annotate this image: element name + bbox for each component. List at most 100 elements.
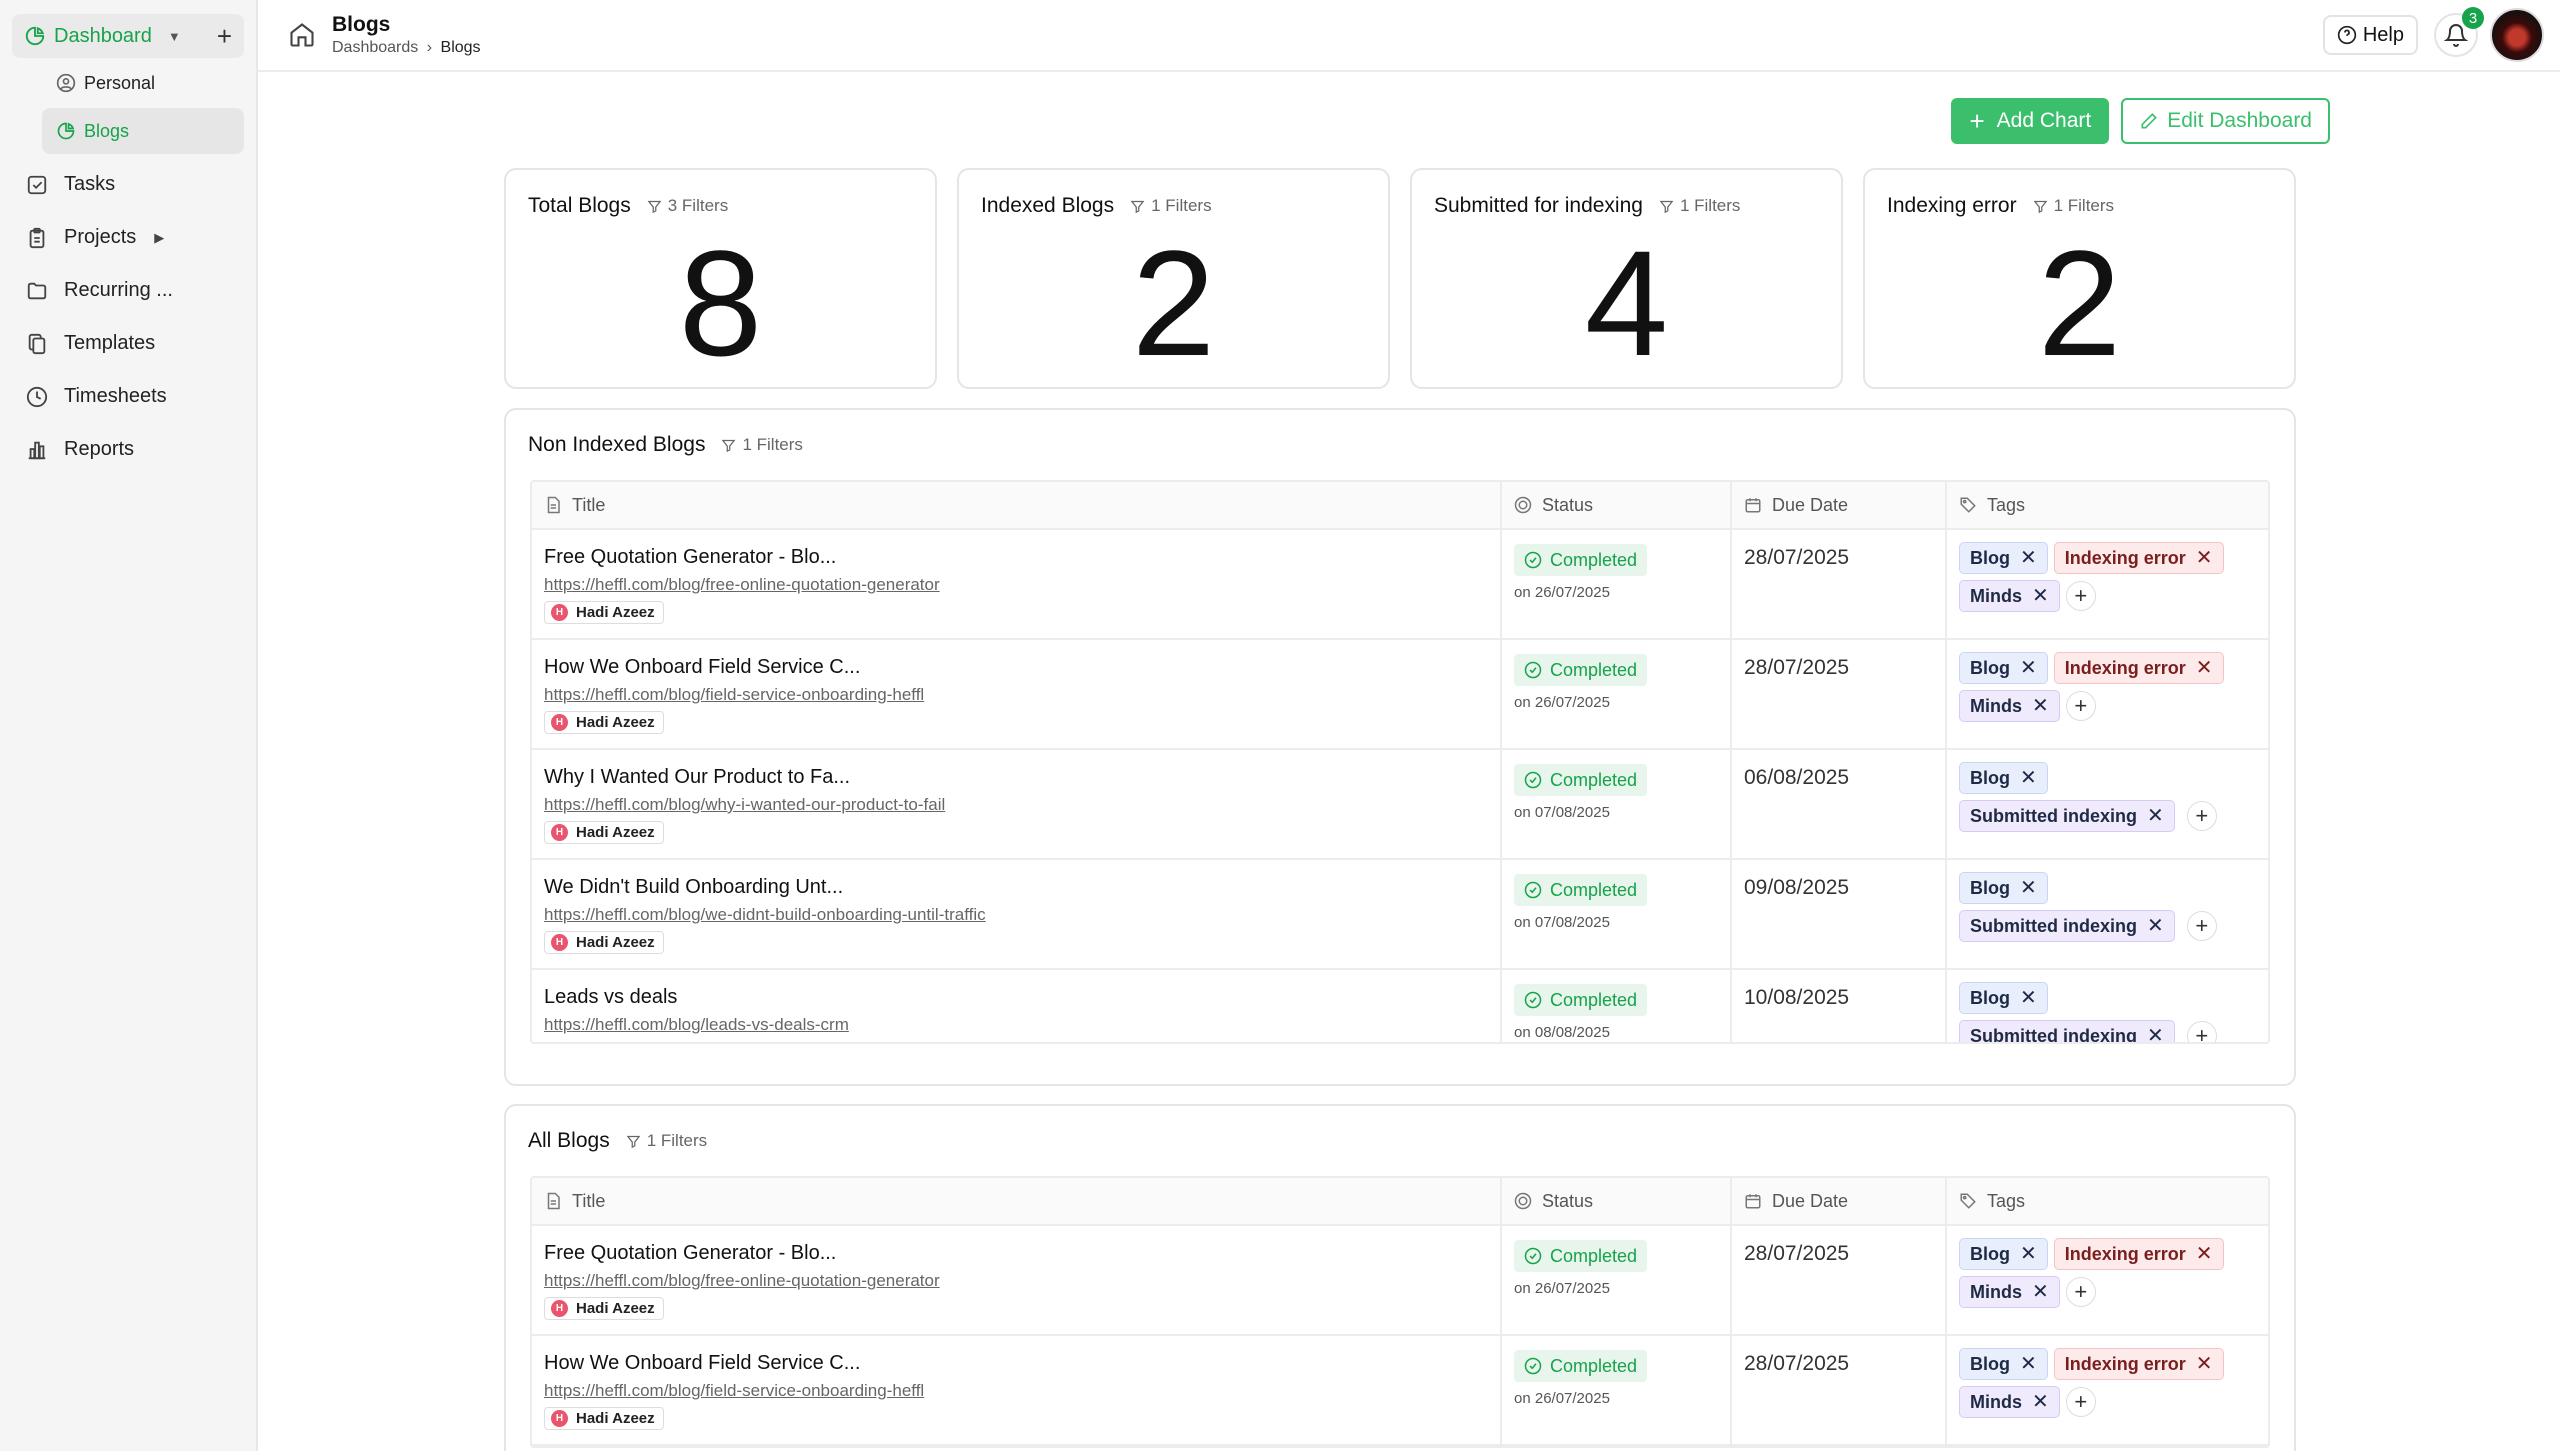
row-link[interactable]: https://heffl.com/blog/leads-vs-deals-cr… bbox=[544, 1015, 1488, 1035]
table-row[interactable]: Why I Wanted Our Product to Fa... https:/… bbox=[532, 750, 2268, 860]
close-icon[interactable]: ✕ bbox=[2032, 1392, 2049, 1412]
row-link[interactable]: https://heffl.com/blog/field-service-onb… bbox=[544, 1381, 1488, 1401]
tag-chip[interactable]: Blog ✕ bbox=[1959, 1348, 2048, 1380]
tag-chip[interactable]: Blog ✕ bbox=[1959, 652, 2048, 684]
tag-chip[interactable]: Blog ✕ bbox=[1959, 982, 2048, 1014]
column-title[interactable]: Title bbox=[532, 1178, 1502, 1224]
row-title[interactable]: How We Onboard Field Service C... bbox=[544, 656, 1488, 679]
close-icon[interactable]: ✕ bbox=[2196, 1354, 2213, 1374]
chevron-down-icon[interactable]: ▼ bbox=[168, 29, 181, 44]
due-date[interactable]: 06/08/2025 bbox=[1744, 766, 1933, 790]
status-badge[interactable]: Completed bbox=[1514, 874, 1648, 906]
help-button[interactable]: Help bbox=[2322, 15, 2418, 55]
due-date[interactable]: 09/08/2025 bbox=[1744, 876, 1933, 900]
filter-indicator[interactable]: 1 Filters bbox=[1659, 196, 1740, 216]
table-row[interactable]: Leads vs deals https://heffl.com/blog/lea… bbox=[532, 970, 2268, 1042]
table-row[interactable]: Free Quotation Generator - Blo... https:/… bbox=[532, 530, 2268, 640]
sidebar-item-personal[interactable]: Personal bbox=[42, 60, 244, 106]
due-date[interactable]: 28/07/2025 bbox=[1744, 1352, 1933, 1376]
row-link[interactable]: https://heffl.com/blog/free-online-quota… bbox=[544, 1271, 1488, 1291]
stat-card-submitted-for-indexing[interactable]: Submitted for indexing 1 Filters 4 bbox=[1410, 168, 1843, 389]
tag-chip[interactable]: Submitted indexing ✕ bbox=[1959, 800, 2175, 832]
row-title[interactable]: We Didn't Build Onboarding Unt... bbox=[544, 876, 1488, 899]
row-title[interactable]: How We Onboard Field Service C... bbox=[544, 1352, 1488, 1375]
add-tag-icon[interactable]: + bbox=[2186, 911, 2217, 941]
close-icon[interactable]: ✕ bbox=[2147, 806, 2164, 826]
stat-card-indexed-blogs[interactable]: Indexed Blogs 1 Filters 2 bbox=[957, 168, 1390, 389]
tag-chip[interactable]: Submitted indexing ✕ bbox=[1959, 1020, 2175, 1042]
add-tag-icon[interactable]: + bbox=[2186, 801, 2217, 831]
add-tag-icon[interactable]: + bbox=[2065, 1277, 2096, 1307]
filter-indicator[interactable]: 1 Filters bbox=[721, 435, 803, 455]
row-link[interactable]: https://heffl.com/blog/we-didnt-build-on… bbox=[544, 905, 1488, 925]
tag-chip[interactable]: Indexing error ✕ bbox=[2053, 542, 2224, 574]
close-icon[interactable]: ✕ bbox=[2020, 548, 2037, 568]
row-title[interactable]: Free Quotation Generator - Blo... bbox=[544, 1242, 1488, 1265]
sidebar-item-reports[interactable]: Reports bbox=[0, 423, 256, 476]
table-row[interactable]: How We Onboard Field Service C... https:/… bbox=[532, 1336, 2268, 1446]
tag-chip[interactable]: Blog ✕ bbox=[1959, 762, 2048, 794]
add-chart-button[interactable]: + Add Chart bbox=[1951, 98, 2110, 144]
avatar[interactable] bbox=[2490, 8, 2544, 62]
sidebar-item-recurring[interactable]: Recurring ... bbox=[0, 264, 256, 317]
assignee-chip[interactable]: H Hadi Azeez bbox=[544, 931, 664, 954]
sidebar-item-templates[interactable]: Templates bbox=[0, 317, 256, 370]
notifications-button[interactable]: 3 bbox=[2434, 7, 2484, 57]
breadcrumb-root[interactable]: Dashboards bbox=[332, 39, 418, 56]
status-badge[interactable]: Completed bbox=[1514, 654, 1648, 686]
chevron-right-icon[interactable]: ▶ bbox=[154, 230, 164, 246]
close-icon[interactable]: ✕ bbox=[2196, 1244, 2213, 1264]
column-status[interactable]: Status bbox=[1502, 1178, 1732, 1224]
filter-indicator[interactable]: 3 Filters bbox=[647, 196, 728, 216]
close-icon[interactable]: ✕ bbox=[2147, 916, 2164, 936]
due-date[interactable]: 28/07/2025 bbox=[1744, 546, 1933, 570]
due-date[interactable]: 28/07/2025 bbox=[1744, 656, 1933, 680]
sidebar-item-tasks[interactable]: Tasks bbox=[0, 158, 256, 211]
sidebar-item-blogs[interactable]: Blogs bbox=[42, 108, 244, 154]
close-icon[interactable]: ✕ bbox=[2020, 658, 2037, 678]
close-icon[interactable]: ✕ bbox=[2020, 1354, 2037, 1374]
close-icon[interactable]: ✕ bbox=[2196, 658, 2213, 678]
filter-indicator[interactable]: 1 Filters bbox=[626, 1131, 707, 1151]
sidebar-item-timesheets[interactable]: Timesheets bbox=[0, 370, 256, 423]
status-badge[interactable]: Completed bbox=[1514, 764, 1648, 796]
due-date[interactable]: 28/07/2025 bbox=[1744, 1242, 1933, 1266]
close-icon[interactable]: ✕ bbox=[2196, 548, 2213, 568]
table-row[interactable]: We Didn't Build Onboarding Unt... https:/… bbox=[532, 860, 2268, 970]
tag-chip[interactable]: Minds ✕ bbox=[1959, 1276, 2060, 1308]
status-badge[interactable]: Completed bbox=[1514, 544, 1648, 576]
close-icon[interactable]: ✕ bbox=[2032, 1282, 2049, 1302]
stat-card-indexing-error[interactable]: Indexing error 1 Filters 2 bbox=[1863, 168, 2296, 389]
close-icon[interactable]: ✕ bbox=[2020, 1244, 2037, 1264]
tag-chip[interactable]: Indexing error ✕ bbox=[2053, 1238, 2224, 1270]
filter-indicator[interactable]: 1 Filters bbox=[2033, 196, 2114, 216]
table-row[interactable]: Free Quotation Generator - Blo... https:/… bbox=[532, 1226, 2268, 1336]
row-title[interactable]: Free Quotation Generator - Blo... bbox=[544, 546, 1488, 569]
add-tag-icon[interactable]: + bbox=[2065, 581, 2096, 611]
close-icon[interactable]: ✕ bbox=[2032, 696, 2049, 716]
row-title[interactable]: Why I Wanted Our Product to Fa... bbox=[544, 766, 1488, 789]
filter-indicator[interactable]: 1 Filters bbox=[1130, 196, 1212, 216]
close-icon[interactable]: ✕ bbox=[2020, 878, 2037, 898]
status-badge[interactable]: Completed bbox=[1514, 1240, 1648, 1272]
tag-chip[interactable]: Indexing error ✕ bbox=[2053, 1348, 2224, 1380]
column-due-date[interactable]: Due Date bbox=[1732, 482, 1947, 528]
row-link[interactable]: https://heffl.com/blog/why-i-wanted-our-… bbox=[544, 795, 1488, 815]
home-icon[interactable] bbox=[272, 21, 332, 49]
add-tag-icon[interactable]: + bbox=[2065, 691, 2096, 721]
assignee-chip[interactable]: H Hadi Azeez bbox=[544, 1297, 664, 1320]
tag-chip[interactable]: Minds ✕ bbox=[1959, 690, 2060, 722]
assignee-chip[interactable]: H Hadi Azeez bbox=[544, 1407, 664, 1430]
assignee-chip[interactable]: H Hadi Azeez bbox=[544, 821, 664, 844]
close-icon[interactable]: ✕ bbox=[2032, 586, 2049, 606]
tag-chip[interactable]: Blog ✕ bbox=[1959, 542, 2048, 574]
tag-chip[interactable]: Indexing error ✕ bbox=[2053, 652, 2224, 684]
add-tag-icon[interactable]: + bbox=[2065, 1387, 2096, 1417]
edit-dashboard-button[interactable]: Edit Dashboard bbox=[2121, 98, 2330, 144]
close-icon[interactable]: ✕ bbox=[2020, 768, 2037, 788]
add-tag-icon[interactable]: + bbox=[2186, 1021, 2217, 1042]
sidebar-item-projects[interactable]: Projects ▶ bbox=[0, 211, 256, 264]
column-status[interactable]: Status bbox=[1502, 482, 1732, 528]
row-title[interactable]: Leads vs deals bbox=[544, 986, 1488, 1009]
table-row[interactable]: How We Onboard Field Service C... https:/… bbox=[532, 640, 2268, 750]
